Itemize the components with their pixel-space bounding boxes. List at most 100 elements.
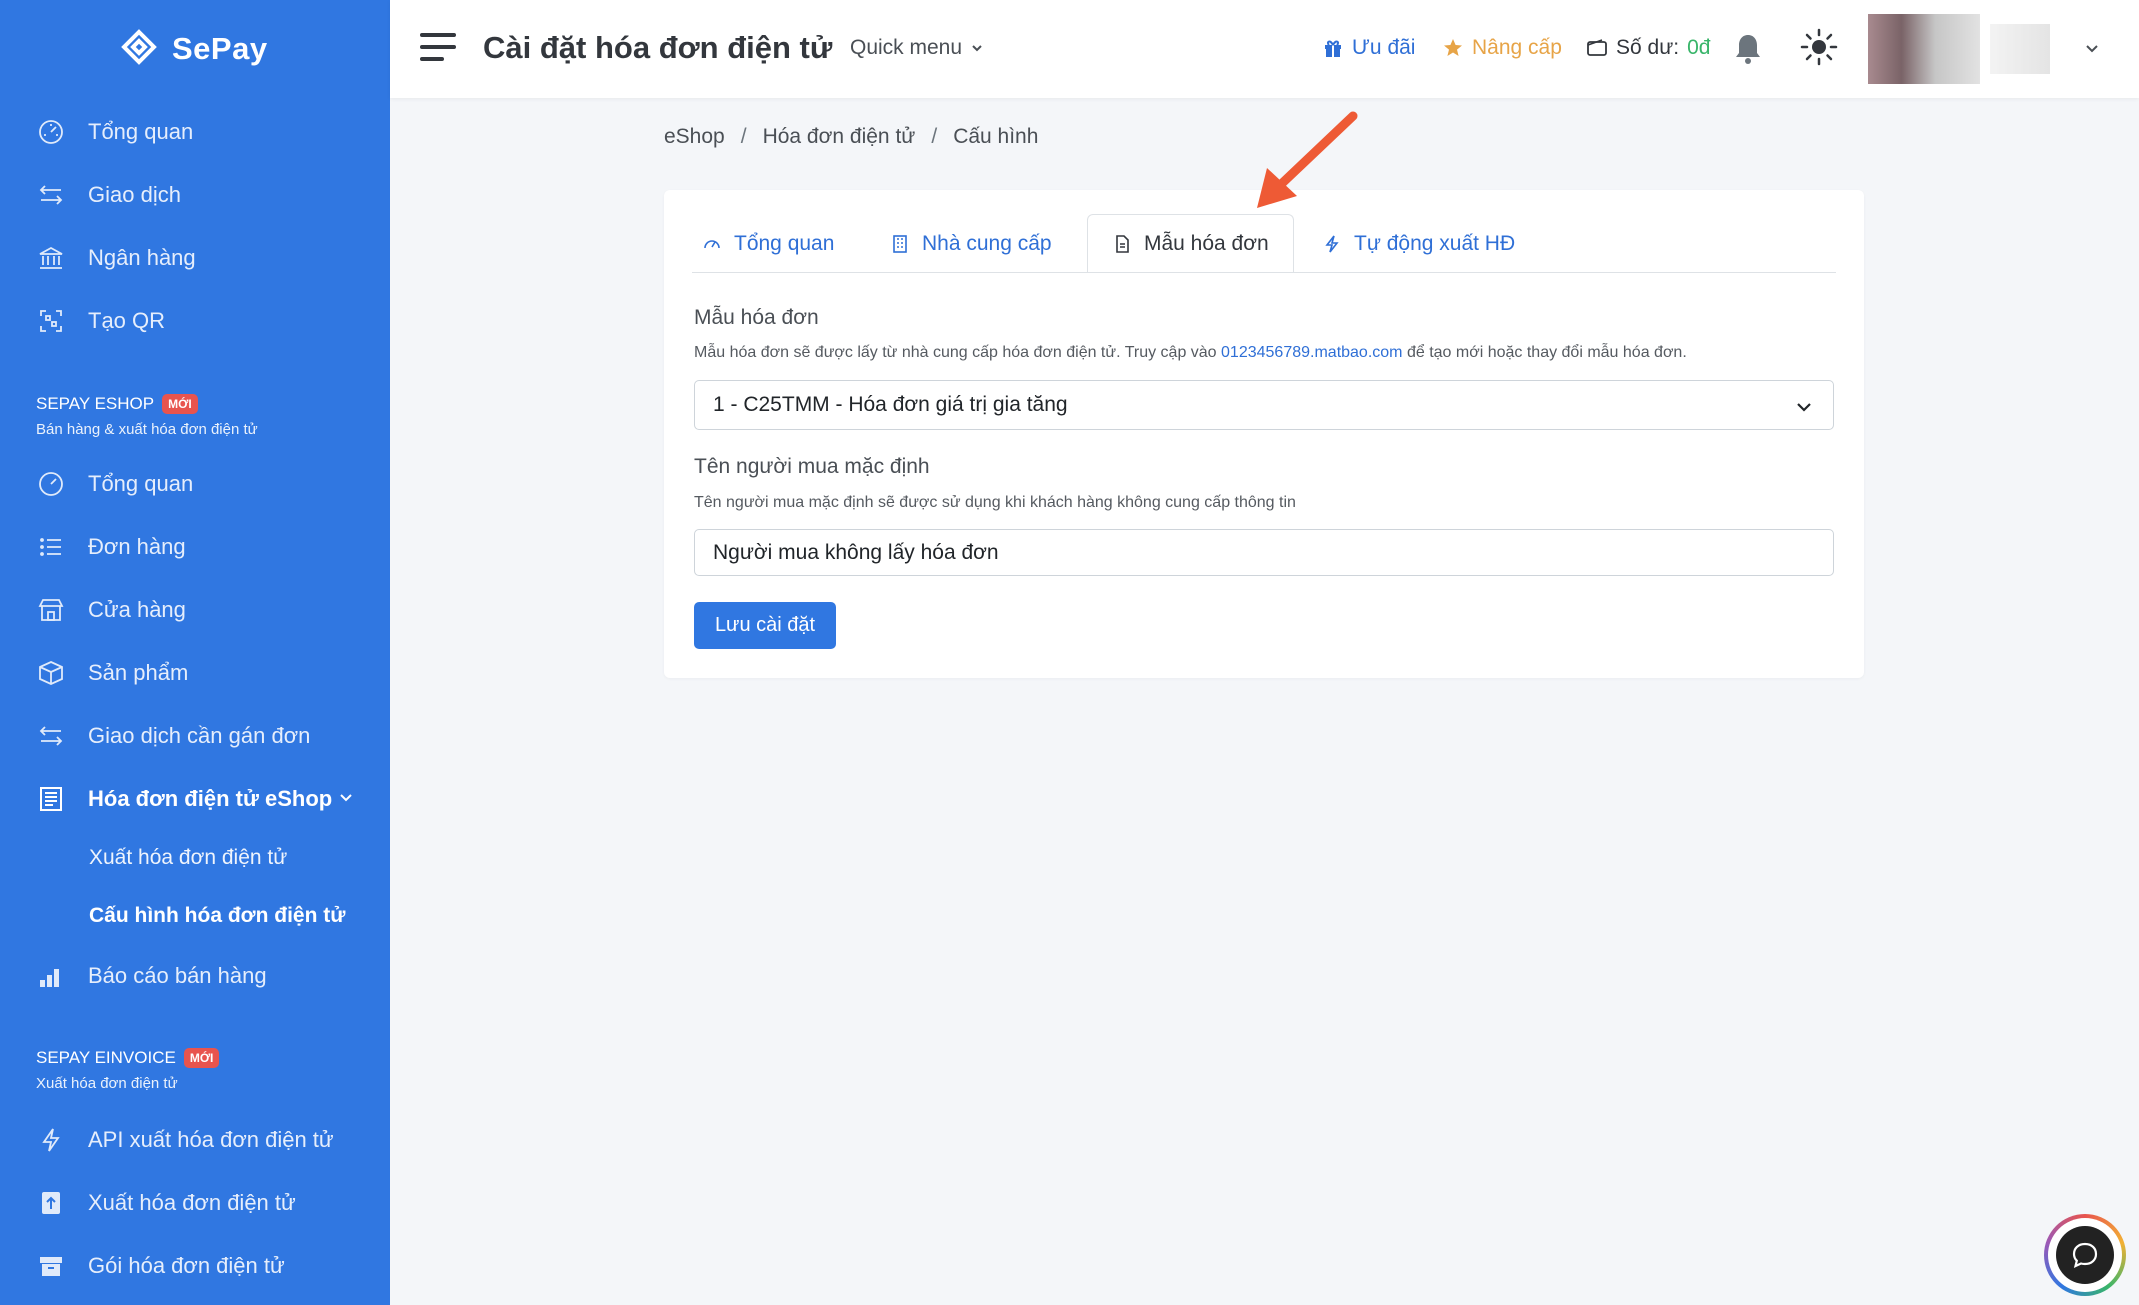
qr-icon (36, 306, 66, 336)
breadcrumb-item-einvoice[interactable]: Hóa đơn điện tử (763, 125, 916, 149)
template-help-prefix: Mẫu hóa đơn sẽ được lấy từ nhà cung cấp … (694, 344, 1217, 361)
brand-name: SePay (172, 31, 268, 66)
promo-link[interactable]: Ưu đãi (1322, 36, 1415, 60)
file-icon (1116, 234, 1129, 253)
sidebar-item-products[interactable]: Sản phẩm (36, 653, 188, 693)
sidebar-item-label: API xuất hóa đơn điện tử (88, 1127, 334, 1152)
box-icon (36, 658, 66, 688)
provider-portal-link[interactable]: 0123456789.matbao.com (1221, 344, 1402, 361)
archive-icon (36, 1251, 66, 1281)
sidebar-item-transactions[interactable]: Giao dịch (36, 175, 181, 215)
section-title-einvoice: SEPAY EINVOICE MỚI (36, 1048, 220, 1068)
sidebar-item-label: Giao dịch (88, 182, 181, 207)
tab-label: Mẫu hóa đơn (1144, 231, 1269, 255)
sidebar-item-orders[interactable]: Đơn hàng (36, 527, 186, 567)
tab-overview[interactable]: Tổng quan (678, 214, 858, 273)
sidebar-item-sales-report[interactable]: Báo cáo bán hàng (36, 956, 267, 996)
chat-widget-button[interactable] (2044, 1214, 2126, 1296)
bolt-icon (36, 1125, 66, 1155)
sidebar-item-eshop-einvoice[interactable]: Hóa đơn điện tử eShop (36, 779, 352, 819)
breadcrumb-item-eshop[interactable]: eShop (664, 125, 725, 149)
breadcrumb-item-config: Cấu hình (953, 125, 1039, 148)
avatar[interactable] (1868, 14, 1980, 84)
wallet-icon (1587, 39, 1607, 56)
breadcrumb-separator: / (931, 125, 938, 148)
chevron-down-icon[interactable] (2084, 40, 2100, 56)
chevron-down-icon (972, 45, 982, 52)
section-subtitle-einvoice: Xuất hóa đơn điện tử (36, 1075, 178, 1092)
quick-menu-label: Quick menu (850, 36, 963, 59)
brand-logo[interactable]: SePay (118, 28, 268, 70)
breadcrumb: eShop / Hóa đơn điện tử / Cấu hình (664, 125, 1038, 149)
quick-menu-dropdown[interactable]: Quick menu (850, 36, 984, 60)
save-settings-button[interactable]: Lưu cài đặt (694, 602, 836, 649)
page-title: Cài đặt hóa đơn điện tử (483, 30, 833, 65)
bar-chart-icon (36, 961, 66, 991)
balance-display[interactable]: Số dư: 0đ (1586, 36, 1710, 60)
gift-icon (1325, 40, 1341, 57)
section-title-eshop: SEPAY ESHOP MỚI (36, 394, 198, 414)
sidebar-item-stores[interactable]: Cửa hàng (36, 590, 186, 630)
sepay-logo-icon (121, 29, 157, 65)
invoice-template-select[interactable]: 1 - C25TMM - Hóa đơn giá trị gia tăng (694, 380, 1834, 430)
settings-tabs: Tổng quan Nhà cung cấp Mẫu hóa đơn Tự độ… (664, 214, 1864, 273)
default-buyer-name-input[interactable] (694, 529, 1834, 576)
section-subtitle-eshop: Bán hàng & xuất hóa đơn điện tử (36, 421, 258, 438)
theme-toggle-icon[interactable] (1800, 28, 1838, 66)
sidebar-item-label: Tạo QR (88, 308, 166, 333)
buyer-name-label: Tên người mua mặc định (694, 455, 930, 478)
promo-label: Ưu đãi (1352, 36, 1416, 59)
chevron-down-icon (340, 794, 352, 802)
tab-label: Nhà cung cấp (922, 231, 1052, 255)
upgrade-label: Nâng cấp (1472, 36, 1562, 59)
tab-label: Tự động xuất HĐ (1354, 231, 1516, 255)
template-help-suffix: để tạo mới hoặc thay đổi mẫu hóa đơn. (1406, 344, 1687, 361)
store-icon (36, 595, 66, 625)
breadcrumb-separator: / (740, 125, 747, 148)
sidebar-item-einvoice-package[interactable]: Gói hóa đơn điện tử (36, 1246, 285, 1286)
sidebar-item-label: Giao dịch cần gán đơn (88, 723, 311, 748)
sidebar-item-create-qr[interactable]: Tạo QR (36, 301, 165, 341)
tab-auto-export[interactable]: Tự động xuất HĐ (1298, 214, 1539, 273)
sidebar-subitem-einvoice-config[interactable]: Cấu hình hóa đơn điện tử (89, 904, 345, 928)
chevron-down-icon (1797, 403, 1811, 412)
section-title-text: SEPAY ESHOP (36, 394, 155, 413)
tab-label: Tổng quan (734, 231, 835, 255)
settings-card: Tổng quan Nhà cung cấp Mẫu hóa đơn Tự độ… (664, 190, 1864, 678)
sidebar-item-overview[interactable]: Tổng quan (36, 112, 193, 152)
template-help: Mẫu hóa đơn sẽ được lấy từ nhà cung cấp … (694, 344, 1687, 362)
sidebar-item-label: Hóa đơn điện tử eShop (88, 786, 333, 811)
sidebar-item-label: Tổng quan (88, 471, 194, 496)
user-name-blurred[interactable] (1990, 24, 2050, 74)
menu-toggle-button[interactable] (420, 33, 456, 63)
sidebar: SePay Tổng quan Giao dịch Ngân hàng Tạo … (0, 0, 390, 1305)
tab-invoice-template[interactable]: Mẫu hóa đơn (1087, 214, 1294, 273)
tab-providers[interactable]: Nhà cung cấp (866, 214, 1076, 273)
sidebar-item-banks[interactable]: Ngân hàng (36, 238, 196, 278)
exchange-icon (36, 180, 66, 210)
gauge-icon (704, 239, 720, 248)
gauge-icon (36, 469, 66, 499)
star-icon (1444, 39, 1462, 56)
balance-value: 0đ (1687, 36, 1711, 59)
annotation-arrow-icon (1257, 111, 1358, 208)
sidebar-item-einvoice-export[interactable]: Xuất hóa đơn điện tử (36, 1183, 296, 1223)
exchange-icon (36, 721, 66, 751)
sidebar-subitem-export-einvoice[interactable]: Xuất hóa đơn điện tử (89, 846, 287, 870)
tab-divider (692, 272, 1836, 273)
sidebar-item-unassigned-transactions[interactable]: Giao dịch cần gán đơn (36, 716, 310, 756)
balance-label: Số dư: (1616, 36, 1680, 59)
chat-widget-ring (2048, 1218, 2122, 1292)
new-badge: MỚI (162, 394, 198, 414)
sidebar-item-label: Đơn hàng (88, 534, 186, 559)
upgrade-link[interactable]: Nâng cấp (1442, 36, 1562, 60)
sidebar-item-eshop-overview[interactable]: Tổng quan (36, 464, 193, 504)
new-badge: MỚI (183, 1048, 220, 1068)
bell-icon[interactable] (1732, 32, 1764, 66)
sidebar-item-einvoice-api[interactable]: API xuất hóa đơn điện tử (36, 1120, 334, 1160)
building-icon (893, 234, 907, 253)
sidebar-item-label: Ngân hàng (88, 245, 196, 270)
upload-icon (36, 1188, 66, 1218)
sidebar-item-label: Gói hóa đơn điện tử (88, 1253, 285, 1278)
template-label: Mẫu hóa đơn (694, 306, 819, 329)
